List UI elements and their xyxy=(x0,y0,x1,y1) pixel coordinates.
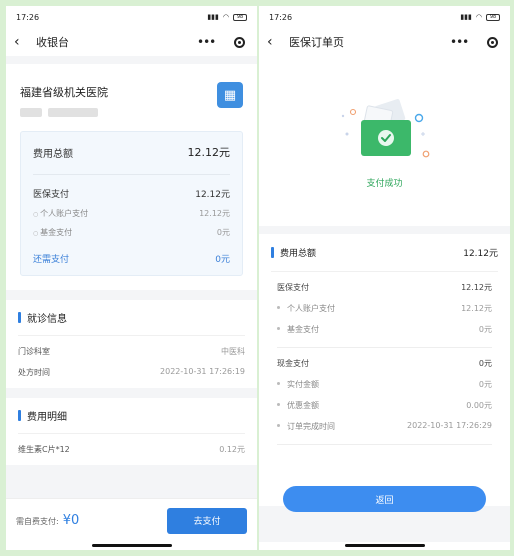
insurance-group: 医保支付 12.12元 个人账户支付 12.12元 基金支付 0元 现金支付 0… xyxy=(271,282,498,445)
total-fee-label: 费用总额 xyxy=(33,148,73,160)
fee-summary: 费用总额 12.12元 医保支付 12.12元 个人账户支付 12.12元 基金… xyxy=(20,131,243,276)
close-miniprogram-icon[interactable] xyxy=(487,36,498,48)
personal-account-label: 个人账户支付 xyxy=(33,208,88,219)
nav-bar: ‹ 医保订单页 ••• xyxy=(259,28,510,56)
status-time: 17:26 xyxy=(269,12,293,22)
item-price: 0.12元 xyxy=(219,445,245,454)
section-marker xyxy=(18,312,21,323)
mini-program-capsule: ••• xyxy=(446,33,502,51)
hospital-icon: ▦ xyxy=(217,82,243,108)
return-button[interactable]: 返回 xyxy=(283,486,486,512)
cash-pay-value: 0元 xyxy=(478,359,492,368)
battery-icon: 98 xyxy=(233,13,247,21)
signal-icon: ▮▮▮ xyxy=(207,13,219,21)
item-name: 维生素C片*12 xyxy=(18,445,70,454)
battery-icon: 98 xyxy=(486,13,500,21)
self-pay-amount: ¥0 xyxy=(62,513,80,528)
actual-pay-value: 0元 xyxy=(478,380,492,389)
signal-icon: ▮▮▮ xyxy=(460,13,472,21)
actual-pay-label: 实付金额 xyxy=(277,379,319,390)
personal-account-label: 个人账户支付 xyxy=(277,303,335,314)
order-screen: 17:26 ▮▮▮ ◠ 98 ‹ 医保订单页 ••• 支付成功 费用总额 12.… xyxy=(259,6,510,550)
self-pay-label: 需自费支付: xyxy=(16,517,59,526)
insurance-pay-label: 医保支付 xyxy=(33,190,70,200)
home-indicator xyxy=(6,542,257,550)
close-miniprogram-icon[interactable] xyxy=(234,36,245,48)
fund-pay-label: 基金支付 xyxy=(33,227,72,238)
more-icon[interactable]: ••• xyxy=(450,35,469,49)
cash-pay-label: 现金支付 xyxy=(277,359,309,368)
personal-account-value: 12.12元 xyxy=(199,209,230,218)
success-text: 支付成功 xyxy=(366,178,403,189)
fund-pay-value: 0元 xyxy=(478,325,492,334)
total-fee-label: 费用总额 xyxy=(280,249,317,259)
order-done-label: 订单完成时间 xyxy=(277,421,335,432)
hospital-name: 福建省级机关医院 xyxy=(20,86,108,99)
section-marker xyxy=(18,410,21,421)
personal-account-value: 12.12元 xyxy=(461,304,492,313)
divider xyxy=(33,174,230,175)
fund-pay-label: 基金支付 xyxy=(277,324,319,335)
pay-button[interactable]: 去支付 xyxy=(167,507,247,534)
insurance-pay-label: 医保支付 xyxy=(277,283,309,292)
order-done-value: 2022-10-31 17:26:29 xyxy=(407,421,492,430)
pay-bar: 需自费支付: ¥0 去支付 xyxy=(6,498,257,542)
status-bar: 17:26 ▮▮▮ ◠ 98 xyxy=(6,6,257,28)
back-icon[interactable]: ‹ xyxy=(14,34,32,50)
back-icon[interactable]: ‹ xyxy=(267,34,285,50)
dept-label: 门诊科室 xyxy=(18,347,50,356)
insurance-pay-value: 12.12元 xyxy=(461,283,492,292)
discount-value: 0.00元 xyxy=(466,401,492,410)
need-pay-value: 0元 xyxy=(215,255,230,265)
need-pay-label: 还需支付 xyxy=(33,255,70,265)
redacted-info xyxy=(20,108,108,117)
page-title: 收银台 xyxy=(36,36,69,49)
wallet-success-icon xyxy=(335,94,435,168)
rx-time-value: 2022-10-31 17:26:19 xyxy=(160,367,245,376)
fee-detail-section: 费用明细 维生素C片*12 0.12元 xyxy=(6,398,257,465)
list-item: 维生素C片*12 0.12元 xyxy=(18,444,245,455)
page-title: 医保订单页 xyxy=(289,36,344,49)
divider xyxy=(277,444,492,445)
dept-value: 中医科 xyxy=(221,347,245,356)
success-panel: 支付成功 xyxy=(259,56,510,226)
more-icon[interactable]: ••• xyxy=(197,35,216,49)
order-detail: 费用总额 12.12元 医保支付 12.12元 个人账户支付 12.12元 基金… xyxy=(259,234,510,506)
nav-bar: ‹ 收银台 ••• xyxy=(6,28,257,56)
mini-program-capsule: ••• xyxy=(193,33,249,51)
divider xyxy=(277,347,492,348)
rx-time-label: 处方时间 xyxy=(18,368,50,377)
hospital-card: 福建省级机关医院 ▦ 费用总额 12.12元 医保支付 12.12元 个人账户支… xyxy=(6,64,257,290)
wifi-icon: ◠ xyxy=(475,13,482,21)
section-title: 就诊信息 xyxy=(27,314,67,325)
visit-info-section: 就诊信息 门诊科室 中医科 处方时间 2022-10-31 17:26:19 xyxy=(6,300,257,388)
wifi-icon: ◠ xyxy=(222,13,229,21)
insurance-pay-value: 12.12元 xyxy=(195,190,230,200)
fund-pay-value: 0元 xyxy=(216,228,230,237)
section-title: 费用明细 xyxy=(27,412,67,423)
status-bar: 17:26 ▮▮▮ ◠ 98 xyxy=(259,6,510,28)
cashier-screen: 17:26 ▮▮▮ ◠ 98 ‹ 收银台 ••• 福建省级机关医院 ▦ 费用总额… xyxy=(6,6,257,550)
status-time: 17:26 xyxy=(16,12,40,22)
section-marker xyxy=(271,247,274,258)
total-fee-value: 12.12元 xyxy=(187,146,231,159)
home-indicator xyxy=(259,542,510,550)
total-fee-value: 12.12元 xyxy=(463,249,498,259)
discount-label: 优惠金额 xyxy=(277,400,319,411)
